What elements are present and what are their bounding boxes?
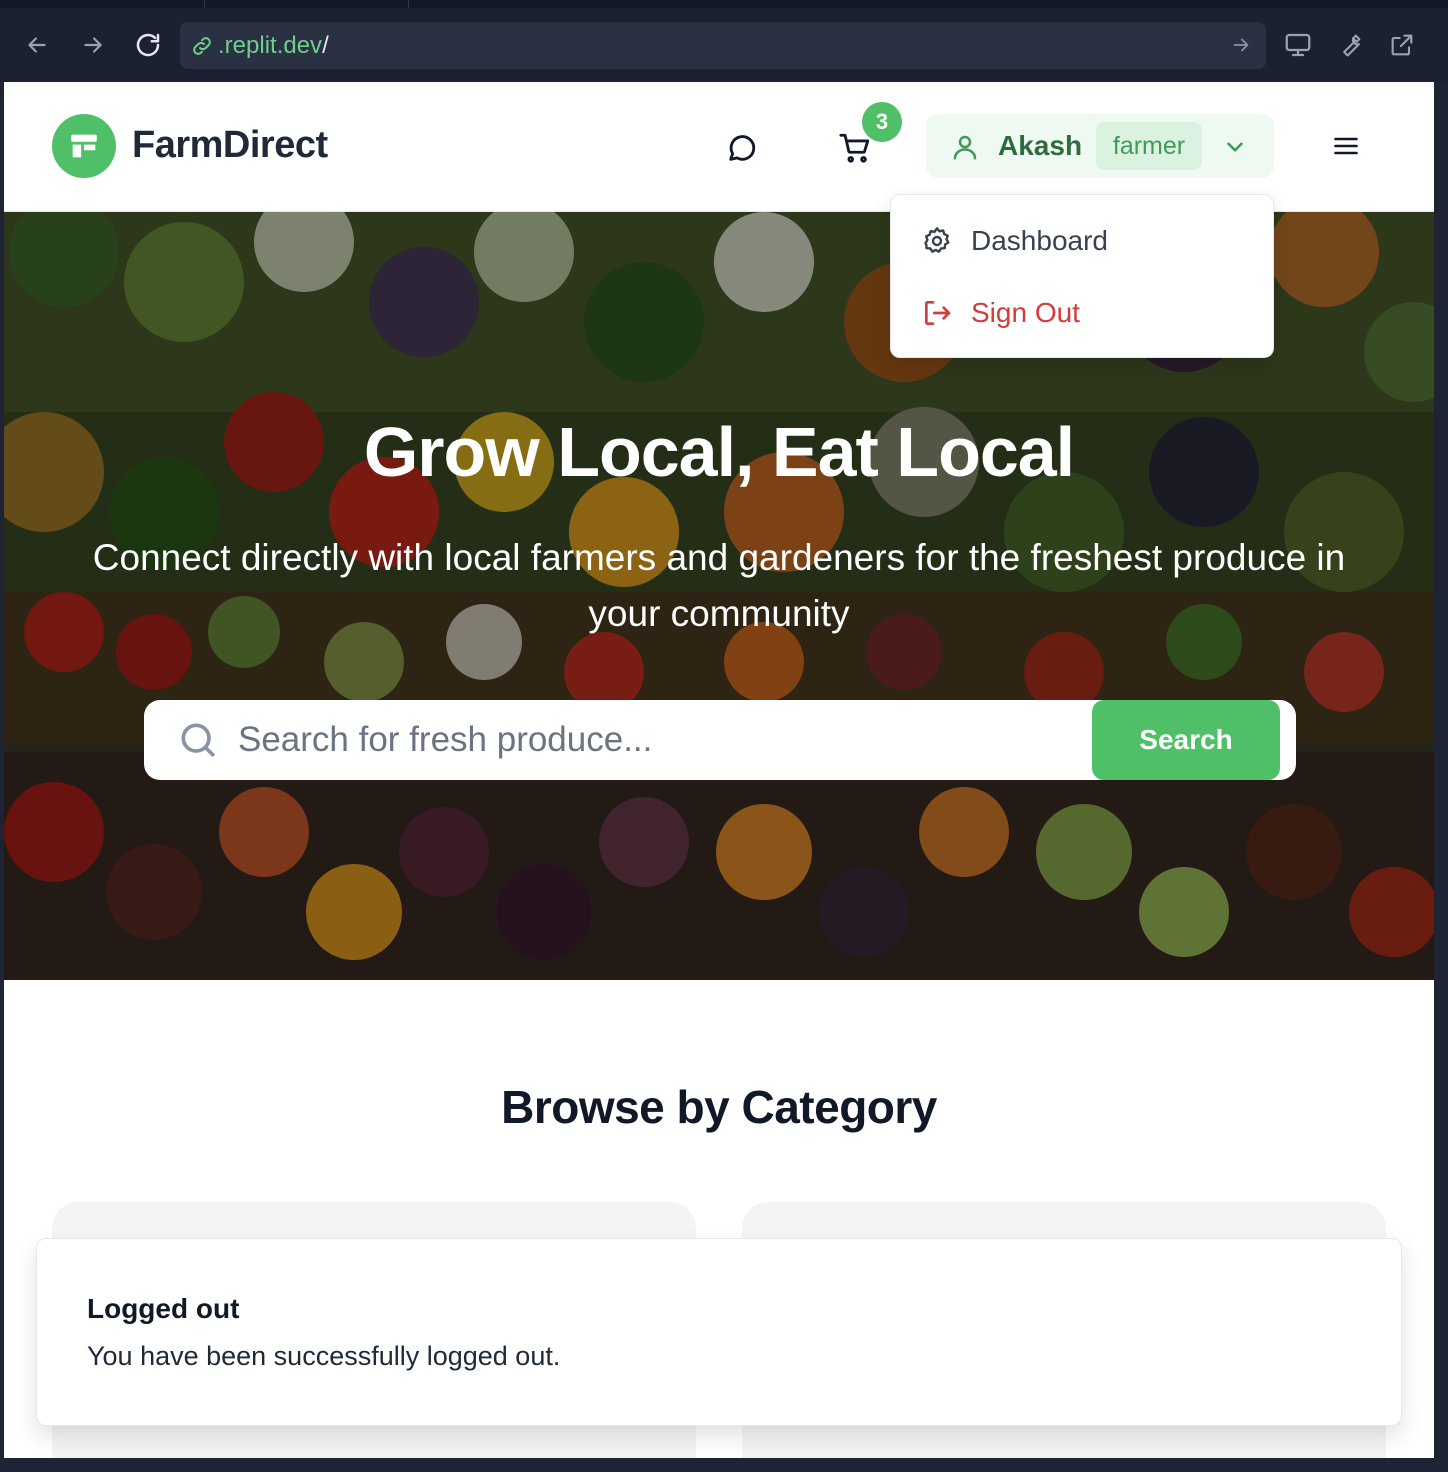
- hero-title: Grow Local, Eat Local: [363, 413, 1075, 491]
- logo[interactable]: [52, 114, 116, 178]
- role-badge: farmer: [1096, 122, 1202, 170]
- reload-button[interactable]: [131, 28, 165, 62]
- devtools-button[interactable]: [1333, 28, 1367, 62]
- gear-icon: [924, 227, 950, 253]
- search-input[interactable]: [238, 714, 1078, 766]
- search-bar: Search: [144, 700, 1296, 780]
- toast-description: You have been successfully logged out.: [87, 1341, 561, 1371]
- page-viewport: FarmDirect 3 Akash farmer Dashboard Sign…: [4, 82, 1434, 1458]
- monitor-icon: [1285, 33, 1311, 57]
- toast-notification[interactable]: Logged out You have been successfully lo…: [36, 1238, 1402, 1426]
- section-title-categories: Browse by Category: [501, 1081, 937, 1133]
- forward-button[interactable]: [76, 28, 110, 62]
- external-link-icon: [1391, 34, 1413, 56]
- link-icon: [193, 36, 211, 55]
- url-bar[interactable]: .replit.dev/: [180, 22, 1266, 69]
- back-button[interactable]: [20, 28, 54, 62]
- wrench-icon: [1343, 34, 1361, 57]
- user-dropdown-menu: Dashboard Sign Out: [890, 194, 1274, 358]
- menu-item-sign-out[interactable]: Sign Out: [921, 289, 1080, 337]
- arrow-left-icon: [28, 37, 46, 53]
- menu-button[interactable]: [1332, 132, 1360, 160]
- search-button[interactable]: Search: [1092, 700, 1280, 780]
- menu-item-label: Dashboard: [971, 225, 1108, 256]
- site-header: FarmDirect 3 Akash farmer: [4, 82, 1434, 212]
- toast-title: Logged out: [87, 1293, 240, 1324]
- hamburger-menu-icon: [1334, 137, 1358, 155]
- storefront-icon: [71, 134, 97, 158]
- search-icon: [181, 723, 215, 757]
- chevron-down-icon: [1227, 142, 1243, 152]
- user-menu-button[interactable]: Akash farmer: [926, 114, 1274, 178]
- cart-count-badge: 3: [862, 102, 902, 142]
- tab-strip: [0, 0, 1448, 8]
- devices-button[interactable]: [1281, 28, 1315, 62]
- sign-out-icon: [925, 301, 951, 325]
- brand-name[interactable]: FarmDirect: [132, 124, 328, 167]
- user-icon: [953, 135, 977, 160]
- menu-item-label: Sign Out: [971, 297, 1080, 328]
- user-name: Akash: [998, 130, 1083, 161]
- reload-icon: [136, 33, 160, 57]
- hero-subtitle: Connect directly with local farmers and …: [92, 537, 1346, 634]
- open-external-button[interactable]: [1385, 28, 1419, 62]
- messages-button[interactable]: [722, 130, 762, 166]
- url-text: .replit.dev/: [218, 31, 329, 59]
- message-circle-icon: [729, 135, 756, 161]
- browser-chrome: .replit.dev/: [0, 0, 1448, 82]
- menu-item-dashboard[interactable]: Dashboard: [921, 217, 1108, 265]
- go-arrow-icon[interactable]: [1230, 34, 1252, 56]
- arrow-right-icon: [84, 37, 102, 53]
